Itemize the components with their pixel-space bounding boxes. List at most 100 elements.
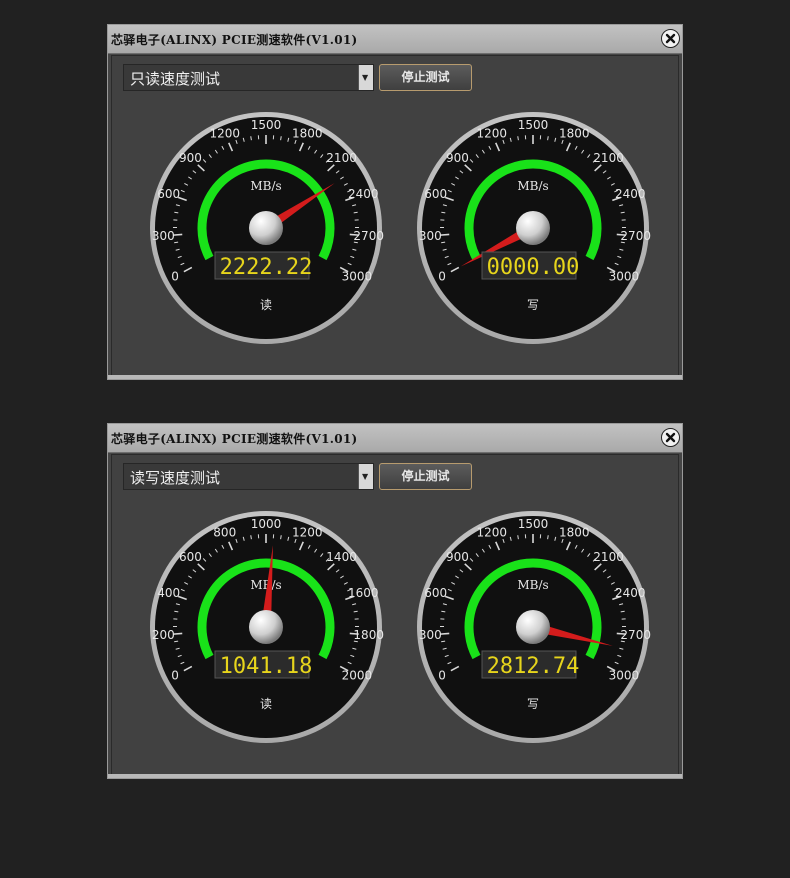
tick-label: 600 — [424, 187, 447, 201]
gauge-write: 0 300 600 900 1200 1500 1800 2100 2400 2700 3000 MB… — [415, 110, 651, 346]
app-window-readwrite: 芯驿电子(ALINX) PCIE测速软件(V1.01) 读写速度测试 ▼ 停止测… — [107, 423, 683, 779]
window-title: 芯驿电子(ALINX) PCIE测速软件(V1.01) — [111, 432, 358, 446]
tick-label: 2100 — [593, 151, 624, 165]
title-bar: 芯驿电子(ALINX) PCIE测速软件(V1.01) — [108, 25, 682, 54]
close-icon — [665, 432, 676, 443]
minor-tick — [441, 610, 446, 613]
tick-label: 1200 — [476, 127, 507, 141]
tick-label: 2100 — [593, 550, 624, 564]
gauge-read: 0 300 600 900 1200 1500 1800 2100 2400 2700 3000 MB… — [148, 110, 384, 346]
close-button[interactable] — [661, 29, 680, 48]
tick-label: 1200 — [292, 526, 323, 540]
minor-tick — [174, 610, 179, 613]
minor-tick — [441, 241, 446, 244]
tick-label: 1200 — [476, 526, 507, 540]
title-bar: 芯驿电子(ALINX) PCIE测速软件(V1.01) — [108, 424, 682, 453]
readout-value: 0000.00 — [487, 255, 580, 280]
tick-label: 2700 — [620, 628, 651, 642]
tick-label: 2400 — [348, 187, 379, 201]
minor-tick — [441, 640, 446, 643]
unit-label: MB/s — [250, 179, 281, 193]
tick-label: 1500 — [251, 118, 282, 132]
tick-label: 1800 — [559, 526, 590, 540]
window-border — [108, 375, 682, 379]
needle-hub — [516, 610, 550, 644]
test-mode-select[interactable]: 读写速度测试 ▼ — [123, 463, 374, 490]
gauge-read: 0 200 400 600 800 1000 1200 1400 1600 1800 2000 MB/… — [148, 509, 384, 745]
tick-label: 200 — [152, 628, 175, 642]
tick-label: 1200 — [209, 127, 240, 141]
minor-tick — [547, 535, 549, 540]
tick-label: 1500 — [518, 517, 549, 531]
main-panel: 只读速度测试 ▼ 停止测试 0 300 600 900 1200 1500 1800 2100… — [111, 55, 679, 376]
tick-label: 900 — [446, 151, 469, 165]
unit-label: MB/s — [517, 179, 548, 193]
tick-label: 3000 — [609, 668, 640, 682]
unit-label: MB/s — [250, 578, 281, 592]
tick-label: 1000 — [251, 517, 282, 531]
minor-tick — [620, 211, 625, 214]
tick-label: 2000 — [342, 668, 373, 682]
tick-label: 300 — [419, 628, 442, 642]
tick-label: 3000 — [342, 269, 373, 283]
gauge-label: 读 — [260, 298, 272, 312]
tick-label: 1400 — [326, 550, 357, 564]
minor-tick — [441, 211, 446, 214]
readout-value: 2812.74 — [487, 654, 580, 679]
tick-label: 1600 — [348, 586, 379, 600]
close-button[interactable] — [661, 428, 680, 447]
minor-tick — [280, 535, 282, 540]
tick-label: 600 — [157, 187, 180, 201]
tick-label: 1800 — [559, 127, 590, 141]
stop-test-button[interactable]: 停止测试 — [379, 463, 472, 490]
minor-tick — [517, 535, 519, 540]
tick-label: 2700 — [353, 229, 384, 243]
dropdown-arrow[interactable]: ▼ — [358, 464, 373, 489]
minor-tick — [353, 211, 358, 214]
tick-label: 900 — [446, 550, 469, 564]
tick-label: 2700 — [620, 229, 651, 243]
minor-tick — [174, 640, 179, 643]
gauge-label: 写 — [527, 298, 539, 312]
minor-tick — [517, 136, 519, 141]
tick-label: 400 — [157, 586, 180, 600]
needle-hub — [249, 610, 283, 644]
minor-tick — [250, 535, 252, 540]
stop-test-button[interactable]: 停止测试 — [379, 64, 472, 91]
tick-label: 0 — [171, 668, 179, 682]
minor-tick — [250, 136, 252, 141]
tick-label: 600 — [179, 550, 202, 564]
test-mode-value: 读写速度测试 — [130, 469, 221, 487]
tick-label: 300 — [419, 229, 442, 243]
unit-label: MB/s — [517, 578, 548, 592]
tick-label: 0 — [438, 668, 446, 682]
app-window-read: 芯驿电子(ALINX) PCIE测速软件(V1.01) 只读速度测试 ▼ 停止测… — [107, 24, 683, 380]
tick-label: 2400 — [615, 586, 646, 600]
gauge-write: 0 300 600 900 1200 1500 1800 2100 2400 2700 3000 MB… — [415, 509, 651, 745]
tick-label: 3000 — [609, 269, 640, 283]
gauge-label: 读 — [260, 697, 272, 711]
window-title: 芯驿电子(ALINX) PCIE测速软件(V1.01) — [111, 33, 358, 47]
tick-label: 2100 — [326, 151, 357, 165]
tick-label: 1500 — [518, 118, 549, 132]
minor-tick — [547, 136, 549, 141]
window-border — [108, 774, 682, 778]
minor-tick — [620, 610, 625, 613]
tick-label: 900 — [179, 151, 202, 165]
test-mode-select[interactable]: 只读速度测试 ▼ — [123, 64, 374, 91]
tick-label: 300 — [152, 229, 175, 243]
main-panel: 读写速度测试 ▼ 停止测试 0 200 400 600 800 1000 1200 1400 1… — [111, 454, 679, 775]
dropdown-arrow[interactable]: ▼ — [358, 65, 373, 90]
minor-tick — [174, 211, 179, 214]
tick-label: 600 — [424, 586, 447, 600]
tick-label: 0 — [171, 269, 179, 283]
readout-value: 1041.18 — [220, 654, 313, 679]
tick-label: 800 — [213, 526, 236, 540]
close-icon — [665, 33, 676, 44]
tick-label: 1800 — [353, 628, 384, 642]
tick-label: 2400 — [615, 187, 646, 201]
chevron-down-icon: ▼ — [362, 73, 369, 82]
readout-value: 2222.22 — [220, 255, 313, 280]
chevron-down-icon: ▼ — [362, 472, 369, 481]
tick-label: 0 — [438, 269, 446, 283]
